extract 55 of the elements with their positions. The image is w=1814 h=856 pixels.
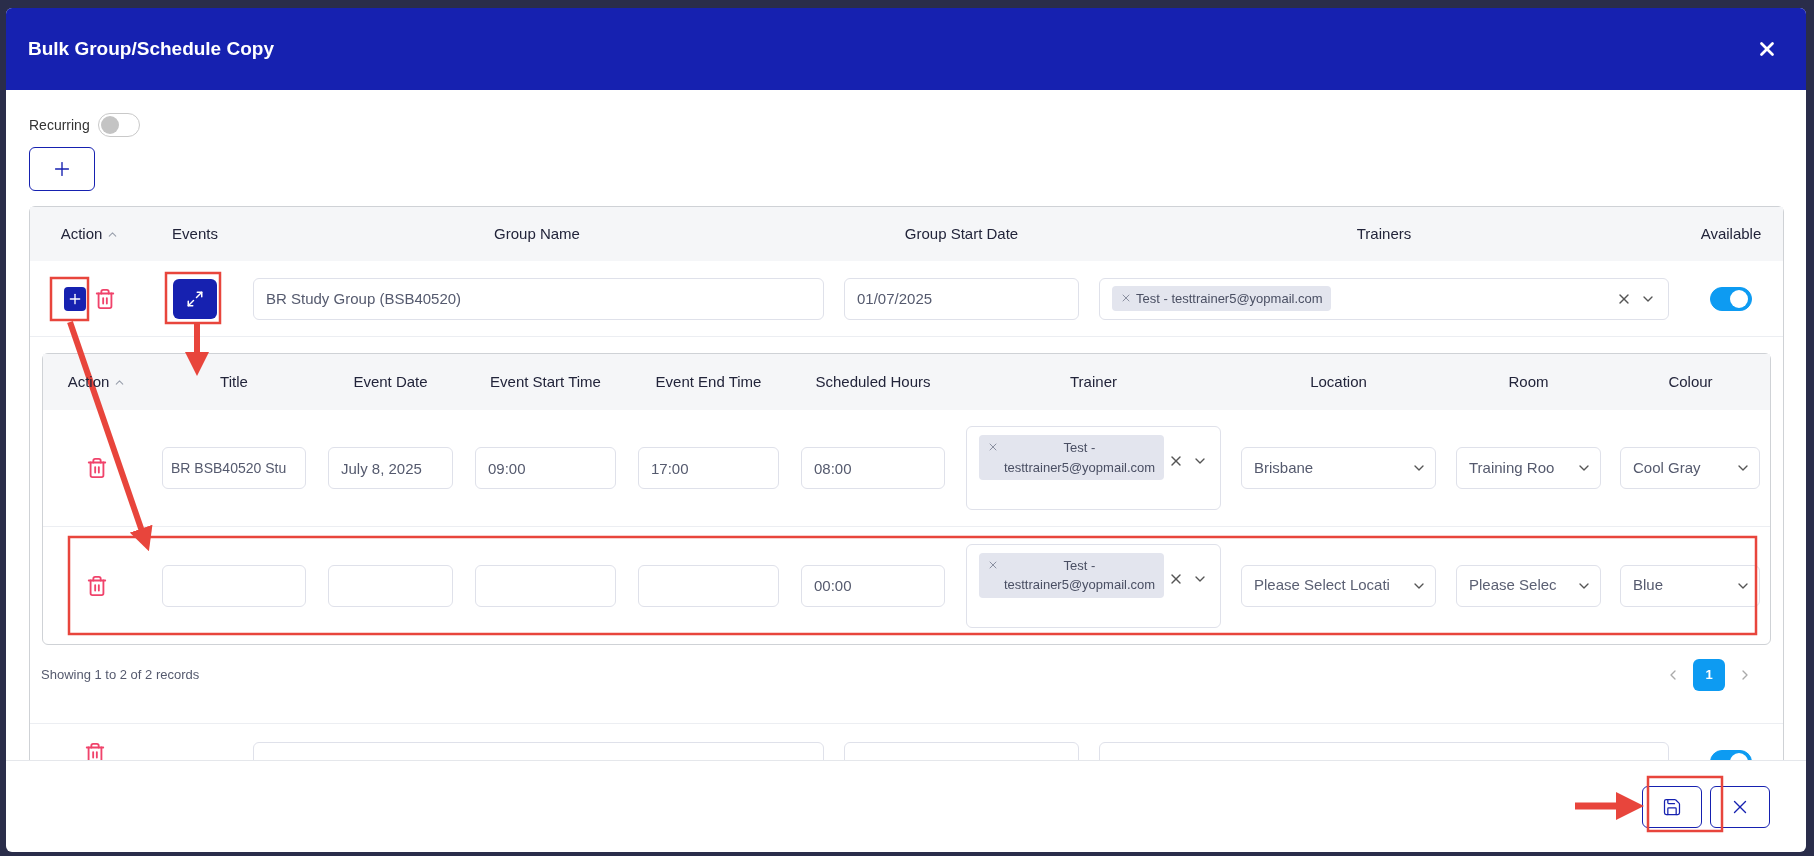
dialog-title: Bulk Group/Schedule Copy (28, 36, 274, 61)
column-header: Scheduled Hours (815, 371, 931, 392)
delete-icon[interactable] (86, 574, 108, 597)
add-button[interactable] (29, 147, 95, 191)
input-field[interactable]: BR BSB40520 Stu (162, 447, 306, 489)
column-header: Title (220, 371, 248, 392)
expand-icon (186, 289, 204, 308)
dropdown[interactable]: Cool Gray (1620, 447, 1760, 489)
delete-icon[interactable] (94, 287, 116, 310)
column-header: Events (172, 223, 218, 244)
dropdown[interactable]: Training Roo (1456, 447, 1601, 489)
save-icon (1662, 796, 1682, 817)
recurring-label: Recurring (29, 115, 90, 135)
trainer-select[interactable]: Test - testtrainer5@yopmail.com (966, 426, 1221, 510)
cancel-button[interactable] (1710, 785, 1770, 828)
column-header: Colour (1668, 371, 1713, 392)
toggle-switch[interactable] (97, 113, 140, 137)
save-button[interactable] (1642, 785, 1702, 828)
records-summary: Showing 1 to 2 of 2 records (41, 666, 200, 685)
input-field[interactable]: BR Study Group (BSB40520) (253, 277, 824, 320)
input-field[interactable]: 08:00 (801, 447, 945, 489)
input-field[interactable]: 09:00 (475, 447, 616, 489)
input-field[interactable]: July 8, 2025 (328, 447, 453, 489)
column-header: Event Start Time (490, 371, 601, 392)
remove-icon[interactable] (987, 441, 999, 453)
dropdown[interactable]: Please Select Locati (1241, 564, 1436, 607)
add-event-button[interactable] (64, 286, 86, 311)
column-header: Trainer (1070, 371, 1117, 392)
tag-label: Test - testtrainer5@yopmail.com (1136, 289, 1323, 308)
tag-label: Test - testtrainer5@yopmail.com (1003, 556, 1156, 594)
input-field[interactable]: 01/07/2025 (844, 277, 1079, 320)
dropdown[interactable]: Blue (1620, 564, 1760, 607)
expand-button[interactable] (173, 278, 217, 319)
delete-icon[interactable] (86, 457, 108, 479)
input-field[interactable]: 17:00 (638, 447, 779, 489)
annotation-box (49, 276, 90, 322)
column-header: Location (1310, 371, 1367, 392)
annotation-arrow (185, 324, 209, 376)
column-header: Trainers (1356, 223, 1412, 244)
column-header: Event End Time (655, 371, 762, 392)
toggle-switch[interactable] (1710, 286, 1752, 311)
dropdown[interactable]: Brisbane (1241, 447, 1436, 489)
trainer-select[interactable]: Test - testtrainer5@yopmail.com (966, 543, 1221, 628)
column-header: Group Name (494, 223, 580, 244)
annotation-box (164, 271, 222, 325)
dropdown[interactable]: Please Selec (1456, 564, 1601, 607)
input-field[interactable]: 00:00 (801, 564, 945, 607)
column-header: Available (1700, 223, 1762, 244)
trainer-select[interactable]: Test - testtrainer5@yopmail.com (1099, 277, 1669, 320)
column-header: Group Start Date (904, 223, 1019, 244)
column-header: Action (60, 223, 103, 244)
tag-label: Test - testtrainer5@yopmail.com (1003, 439, 1156, 477)
column-header: Event Date (353, 371, 428, 392)
column-header: Room (1508, 371, 1549, 392)
delete-icon[interactable] (84, 742, 106, 760)
